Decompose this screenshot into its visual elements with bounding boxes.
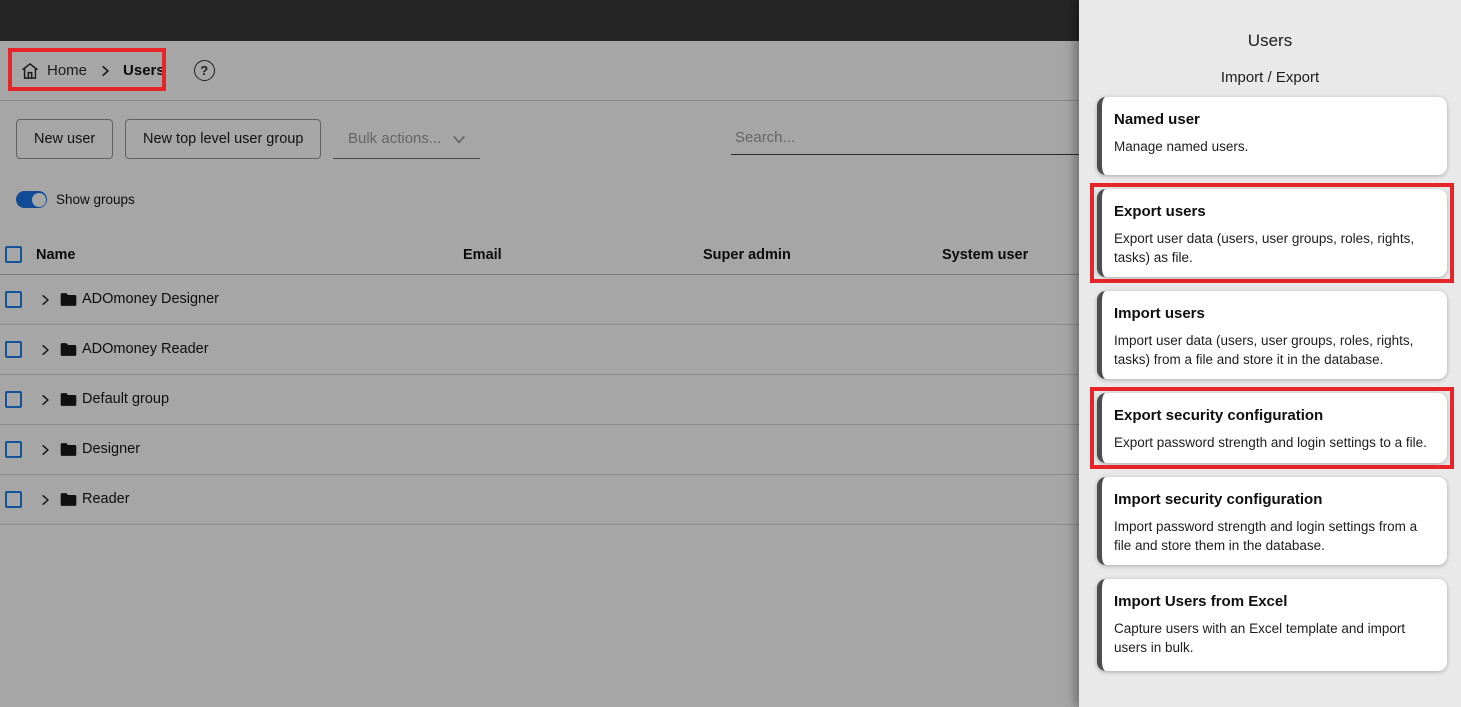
- card-import-security-configuration[interactable]: Import security configuration Import pas…: [1097, 477, 1447, 565]
- modal-backdrop[interactable]: [0, 0, 1079, 707]
- card-title: Export security configuration: [1114, 407, 1431, 424]
- import-export-panel: Users Import / Export Named user Manage …: [1079, 0, 1461, 707]
- card-title: Import security configuration: [1114, 491, 1431, 508]
- card-export-security-configuration[interactable]: Export security configuration Export pas…: [1097, 393, 1447, 463]
- card-description: Import user data (users, user groups, ro…: [1114, 331, 1431, 369]
- card-export-users[interactable]: Export users Export user data (users, us…: [1097, 189, 1447, 277]
- card-title: Export users: [1114, 203, 1431, 220]
- panel-title: Users: [1079, 31, 1461, 51]
- card-title: Import Users from Excel: [1114, 593, 1431, 610]
- card-description: Manage named users.: [1114, 137, 1431, 156]
- card-import-users[interactable]: Import users Import user data (users, us…: [1097, 291, 1447, 379]
- card-named-user[interactable]: Named user Manage named users.: [1097, 97, 1447, 175]
- card-description: Capture users with an Excel template and…: [1114, 619, 1431, 657]
- card-description: Export password strength and login setti…: [1114, 433, 1431, 452]
- panel-subtitle: Import / Export: [1079, 69, 1461, 86]
- card-title: Named user: [1114, 111, 1431, 128]
- card-description: Import password strength and login setti…: [1114, 517, 1431, 555]
- card-import-users-from-excel[interactable]: Import Users from Excel Capture users wi…: [1097, 579, 1447, 671]
- card-description: Export user data (users, user groups, ro…: [1114, 229, 1431, 267]
- card-title: Import users: [1114, 305, 1431, 322]
